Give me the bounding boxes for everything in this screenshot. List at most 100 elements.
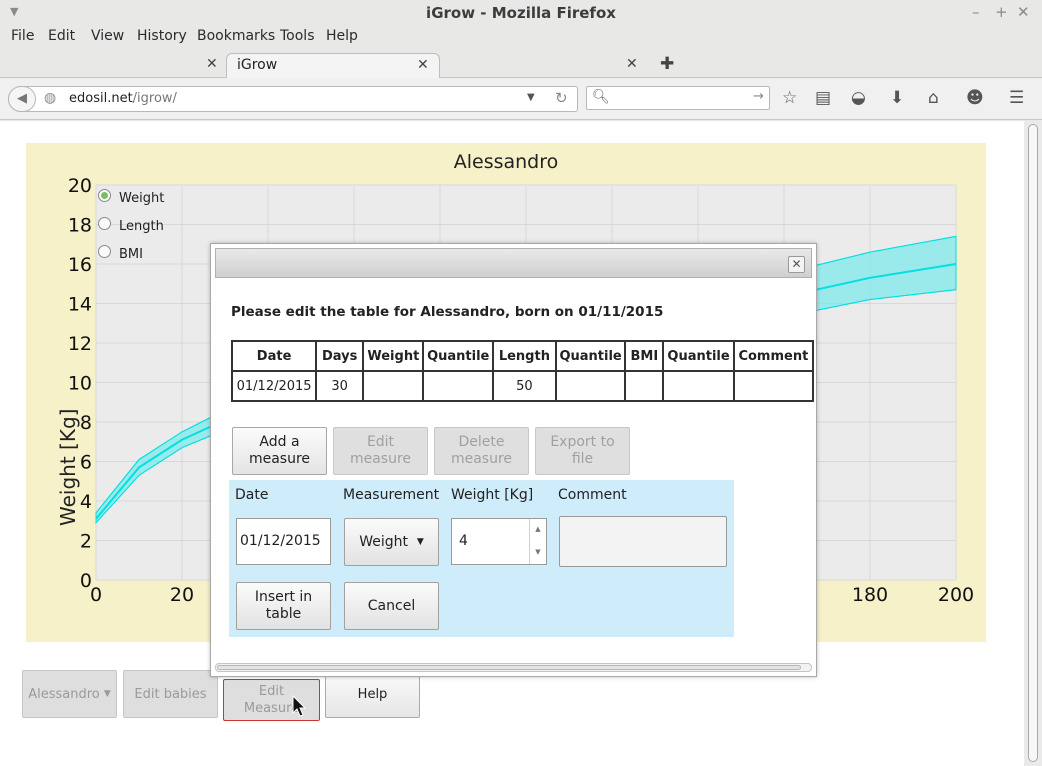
pocket-icon[interactable]: ◒: [851, 88, 866, 108]
search-icon: 🔍︎: [592, 89, 610, 105]
stepper-arrows[interactable]: ▲ ▼: [529, 519, 546, 564]
column-header: Length: [491, 340, 557, 372]
scrollbar-thumb[interactable]: [1028, 124, 1038, 762]
delete-measure-button[interactable]: Delete measure: [434, 427, 529, 475]
measurement-label: Measurement: [343, 487, 440, 503]
tab-close-icon[interactable]: ✕: [626, 56, 638, 72]
tab-close-icon[interactable]: ✕: [206, 56, 218, 72]
baby-select[interactable]: Alessandro ▼: [22, 670, 117, 718]
edit-babies-button[interactable]: Edit babies: [123, 670, 218, 718]
menu-edit[interactable]: Edit: [48, 28, 75, 44]
dialog-heading: Please edit the table for Alessandro, bo…: [231, 304, 664, 320]
back-arrow-icon[interactable]: ◀: [8, 86, 36, 112]
x-tick-label: 180: [852, 584, 888, 606]
menu-help[interactable]: Help: [326, 28, 358, 44]
radio-button[interactable]: [98, 189, 111, 202]
y-tick-label: 6: [80, 452, 92, 474]
table-cell[interactable]: [422, 370, 494, 402]
chevron-down-icon: ▼: [103, 688, 111, 699]
minimize-icon[interactable]: –: [972, 3, 980, 21]
date-field[interactable]: 01/12/2015: [236, 518, 331, 565]
menu-tools[interactable]: Tools: [280, 28, 315, 44]
table-cell[interactable]: [732, 370, 814, 402]
close-window-icon[interactable]: ✕: [1017, 3, 1030, 21]
table-cell[interactable]: 50: [491, 370, 557, 402]
cancel-button[interactable]: Cancel: [344, 582, 439, 630]
edit-measure-dialog-button[interactable]: Edit measure: [333, 427, 428, 475]
radio-label: Weight: [119, 191, 165, 206]
measures-table-container: Date Days Weight Quantile Length Quantil…: [231, 340, 814, 402]
menu-view[interactable]: View: [91, 28, 124, 44]
table-cell[interactable]: 30: [315, 370, 365, 402]
dialog-close-icon[interactable]: ✕: [788, 256, 805, 273]
mouse-cursor-icon: [292, 695, 307, 717]
stepper-up-icon[interactable]: ▲: [530, 525, 546, 533]
url-bar[interactable]: ◀ ◍ edosil.net/igrow/ ▼ ↻: [8, 86, 578, 112]
table-cell[interactable]: [662, 370, 735, 402]
comment-field[interactable]: [559, 516, 727, 567]
dialog-horizontal-scrollbar[interactable]: [215, 663, 812, 672]
scrollbar-thumb[interactable]: [217, 665, 801, 670]
globe-icon: ◍: [44, 90, 57, 106]
y-tick-label: 18: [68, 215, 92, 237]
export-to-file-button[interactable]: Export to file: [535, 427, 630, 475]
stepper-down-icon[interactable]: ▼: [530, 548, 546, 556]
downloads-icon[interactable]: ⬇: [890, 88, 904, 108]
hamburger-menu-icon[interactable]: ☰: [1009, 88, 1024, 108]
y-tick-label: 16: [68, 254, 92, 276]
radio-button[interactable]: [98, 245, 111, 258]
y-tick-label: 4: [80, 491, 92, 513]
menu-file[interactable]: File: [11, 28, 34, 44]
radio-button[interactable]: [98, 217, 111, 230]
tab-igrow[interactable]: iGrow ✕: [226, 53, 440, 79]
window-titlebar: ▼ iGrow - Mozilla Firefox – + ✕: [0, 0, 1042, 26]
window-title: iGrow - Mozilla Firefox: [426, 4, 616, 22]
radio-length[interactable]: Length: [98, 217, 164, 234]
table-cell[interactable]: [554, 370, 627, 402]
table-row[interactable]: 01/12/2015 30 50: [231, 370, 814, 402]
menu-bookmarks[interactable]: Bookmarks: [197, 28, 275, 44]
search-go-icon[interactable]: →: [753, 89, 764, 104]
dialog-titlebar[interactable]: ✕: [215, 248, 812, 278]
baby-select-label: Alessandro: [28, 686, 100, 702]
help-button[interactable]: Help: [325, 670, 420, 718]
chevron-down-icon: ▼: [416, 536, 424, 547]
y-tick-label: 14: [68, 294, 92, 316]
measure-form: Date Measurement Weight [Kg] Comment 01/…: [229, 480, 734, 637]
column-header: Quantile: [554, 340, 627, 372]
add-measure-button[interactable]: Add a measure: [232, 427, 327, 475]
column-header: Comment: [732, 340, 814, 372]
radio-bmi[interactable]: BMI: [98, 245, 143, 262]
weight-stepper[interactable]: 4 ▲ ▼: [451, 518, 547, 565]
y-tick-label: 2: [80, 531, 92, 553]
date-field-value: 01/12/2015: [240, 533, 321, 549]
column-header: Days: [315, 340, 365, 372]
table-cell[interactable]: [624, 370, 665, 402]
reading-list-icon[interactable]: ▤: [815, 88, 831, 108]
maximize-icon[interactable]: +: [995, 3, 1008, 21]
url-text[interactable]: edosil.net/igrow/: [69, 91, 177, 106]
weight-value: 4: [459, 533, 468, 549]
measurement-select[interactable]: Weight ▼: [344, 518, 439, 566]
tab-bar: ✕ iGrow ✕ ✕ ✚: [0, 50, 1042, 79]
navigation-toolbar: ◀ ◍ edosil.net/igrow/ ▼ ↻ 🔍︎ → ☆ ▤ ◒ ⬇ ⌂…: [0, 78, 1042, 120]
search-box[interactable]: 🔍︎ →: [586, 86, 770, 110]
reload-icon[interactable]: ↻: [555, 89, 568, 107]
table-cell[interactable]: [362, 370, 425, 402]
menu-bar: File Edit View History Bookmarks Tools H…: [0, 26, 1042, 50]
home-icon[interactable]: ⌂: [928, 88, 939, 108]
x-tick-label: 20: [170, 584, 194, 606]
tab-close-icon[interactable]: ✕: [417, 57, 429, 73]
radio-label: Length: [119, 219, 164, 234]
y-tick-label: 20: [68, 175, 92, 197]
insert-in-table-button[interactable]: Insert in table: [236, 582, 331, 630]
column-header: Quantile: [662, 340, 735, 372]
bookmark-star-icon[interactable]: ☆: [782, 88, 797, 108]
chat-icon[interactable]: ☻: [966, 88, 984, 108]
radio-weight[interactable]: Weight: [98, 189, 165, 206]
table-cell[interactable]: 01/12/2015: [231, 370, 318, 402]
history-dropdown-icon[interactable]: ▼: [527, 92, 535, 103]
new-tab-icon[interactable]: ✚: [660, 54, 674, 74]
page-scrollbar[interactable]: [1024, 121, 1042, 766]
menu-history[interactable]: History: [137, 28, 187, 44]
